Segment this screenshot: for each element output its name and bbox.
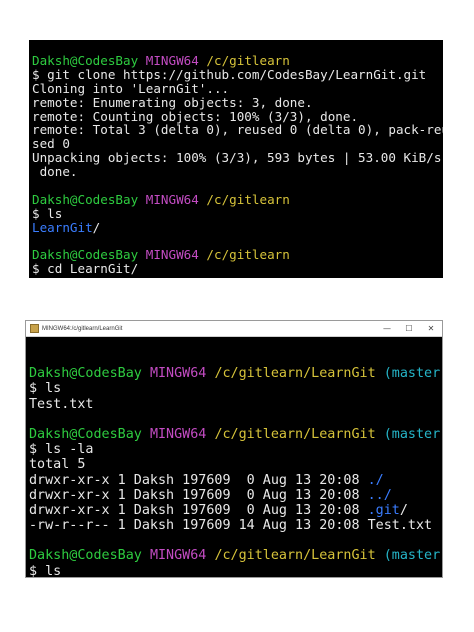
- close-button[interactable]: ✕: [420, 324, 442, 333]
- terminal-text-segment: (master): [383, 366, 443, 382]
- window-titlebar: MINGW64:/c/gitlearn/LearnGit — ☐ ✕: [26, 321, 442, 337]
- terminal-text-segment: ./: [367, 472, 384, 488]
- terminal-line: remote: Enumerating objects: 3, done.: [32, 94, 443, 110]
- terminal-text-segment: $ ls -la: [29, 442, 94, 458]
- terminal-text-segment: /: [399, 502, 408, 518]
- terminal-line: Daksh@CodesBay MINGW64 /c/gitlearn/Learn…: [29, 548, 442, 563]
- terminal-line: $ cd LearnGit/: [32, 262, 443, 276]
- terminal-text-segment: $ ls: [29, 381, 62, 397]
- terminal-text-segment: Daksh@CodesBay: [32, 247, 146, 263]
- terminal-line: LearnGit/: [32, 219, 443, 235]
- terminal-text-segment: total 5: [29, 457, 86, 473]
- terminal-line: $ ls: [29, 381, 442, 396]
- terminal-text-segment: $ ls: [29, 563, 62, 578]
- terminal-text-segment: (master): [383, 426, 443, 442]
- terminal-text-segment: Test.txt: [29, 396, 94, 412]
- terminal-text-segment: drwxr-xr-x 1 Daksh 197609 0 Aug 13 20:08: [29, 472, 368, 488]
- terminal-text-segment: Unpacking objects: 100% (3/3), 593 bytes…: [32, 150, 443, 166]
- terminal-text-segment: /c/gitlearn/LearnGit: [214, 366, 384, 382]
- terminal-text-segment: $ cd LearnGit/: [32, 261, 139, 277]
- terminal-text-segment: /c/gitlearn: [206, 247, 290, 263]
- terminal-line: Unpacking objects: 100% (3/3), 593 bytes…: [32, 151, 443, 165]
- terminal-top[interactable]: Daksh@CodesBay MINGW64 /c/gitlearn $ git …: [29, 40, 443, 278]
- terminal-line: Daksh@CodesBay MINGW64 /c/gitlearn: [32, 54, 443, 68]
- terminal-line: Cloning into 'LearnGit'...: [32, 80, 443, 96]
- terminal-text-segment: MINGW64: [149, 548, 215, 564]
- terminal-text-segment: /c/gitlearn: [206, 191, 290, 207]
- terminal-text-segment: remote: Total 3 (delta 0), reused 0 (del…: [32, 122, 443, 138]
- terminal-line: $ ls -la: [29, 442, 442, 457]
- terminal-line: -rw-r--r-- 1 Daksh 197609 14 Aug 13 20:0…: [29, 518, 442, 533]
- terminal-line: Test.txt: [29, 397, 442, 412]
- terminal-line: Daksh@CodesBay MINGW64 /c/gitlearn/Learn…: [29, 427, 442, 442]
- terminal-output: Daksh@CodesBay MINGW64 /c/gitlearn $ git …: [29, 40, 443, 276]
- terminal-text-segment: /c/gitlearn/LearnGit: [214, 426, 384, 442]
- mingw-app-icon: [30, 324, 39, 333]
- terminal-line: Daksh@CodesBay MINGW64 /c/gitlearn: [32, 191, 443, 207]
- terminal-line: total 5: [29, 457, 442, 472]
- minimize-button[interactable]: —: [376, 324, 398, 333]
- terminal-text-segment: done.: [32, 164, 78, 180]
- terminal-line: drwxr-xr-x 1 Daksh 197609 0 Aug 13 20:08…: [29, 488, 442, 503]
- terminal-text-segment: (master): [383, 548, 443, 564]
- terminal-text-segment: $ ls: [32, 205, 63, 221]
- terminal-text-segment: Daksh@CodesBay: [29, 548, 150, 564]
- terminal-text-segment: MINGW64: [145, 247, 207, 263]
- terminal-line: Daksh@CodesBay MINGW64 /c/gitlearn/Learn…: [29, 366, 442, 381]
- terminal-text-segment: drwxr-xr-x 1 Daksh 197609 0 Aug 13 20:08: [29, 502, 368, 518]
- terminal-text-segment: /: [92, 219, 101, 235]
- terminal-line: done.: [32, 165, 443, 179]
- terminal-text-segment: -rw-r--r-- 1 Daksh 197609 14 Aug 13 20:0…: [29, 518, 433, 534]
- terminal-line: $ ls: [29, 563, 442, 578]
- terminal-text-segment: .git: [367, 502, 400, 518]
- terminal-line: $ ls: [32, 205, 443, 221]
- terminal-text-segment: MINGW64: [145, 53, 207, 68]
- terminal-line: drwxr-xr-x 1 Daksh 197609 0 Aug 13 20:08…: [29, 503, 442, 518]
- terminal-line: Daksh@CodesBay MINGW64 /c/gitlearn: [32, 248, 443, 262]
- terminal-text-segment: MINGW64: [149, 426, 215, 442]
- window-title: MINGW64:/c/gitlearn/LearnGit: [42, 325, 123, 332]
- terminal-text-segment: MINGW64: [149, 366, 215, 382]
- terminal-text-segment: /c/gitlearn/LearnGit: [214, 548, 384, 564]
- terminal-text-segment: Cloning into 'LearnGit'...: [32, 80, 230, 96]
- terminal-text-segment: /c/gitlearn: [206, 53, 290, 68]
- terminal-line: $ git clone https://github.com/CodesBay/…: [32, 66, 443, 82]
- terminal-text-segment: remote: Counting objects: 100% (3/3), do…: [32, 108, 359, 124]
- terminal-text-segment: remote: Enumerating objects: 3, done.: [32, 94, 313, 110]
- terminal-text-segment: Daksh@CodesBay: [32, 53, 146, 68]
- terminal-text-segment: LearnGit: [32, 219, 93, 235]
- terminal-line: drwxr-xr-x 1 Daksh 197609 0 Aug 13 20:08…: [29, 473, 442, 488]
- terminal-text-segment: Daksh@CodesBay: [29, 426, 150, 442]
- terminal-text-segment: drwxr-xr-x 1 Daksh 197609 0 Aug 13 20:08: [29, 487, 368, 503]
- terminal-output: Daksh@CodesBay MINGW64 /c/gitlearn/Learn…: [26, 337, 442, 578]
- terminal-text-segment: Daksh@CodesBay: [32, 191, 146, 207]
- terminal-window[interactable]: MINGW64:/c/gitlearn/LearnGit — ☐ ✕ Daksh…: [25, 320, 443, 578]
- terminal-line: sed 0: [32, 137, 443, 151]
- maximize-button[interactable]: ☐: [398, 324, 420, 333]
- terminal-text-segment: ../: [367, 487, 392, 503]
- terminal-text-segment: sed 0: [32, 136, 70, 152]
- terminal-text-segment: MINGW64: [145, 191, 207, 207]
- terminal-line: remote: Counting objects: 100% (3/3), do…: [32, 108, 443, 124]
- terminal-text-segment: Daksh@CodesBay: [29, 366, 150, 382]
- terminal-text-segment: $ git clone https://github.com/CodesBay/…: [32, 66, 427, 82]
- terminal-line: remote: Total 3 (delta 0), reused 0 (del…: [32, 123, 443, 137]
